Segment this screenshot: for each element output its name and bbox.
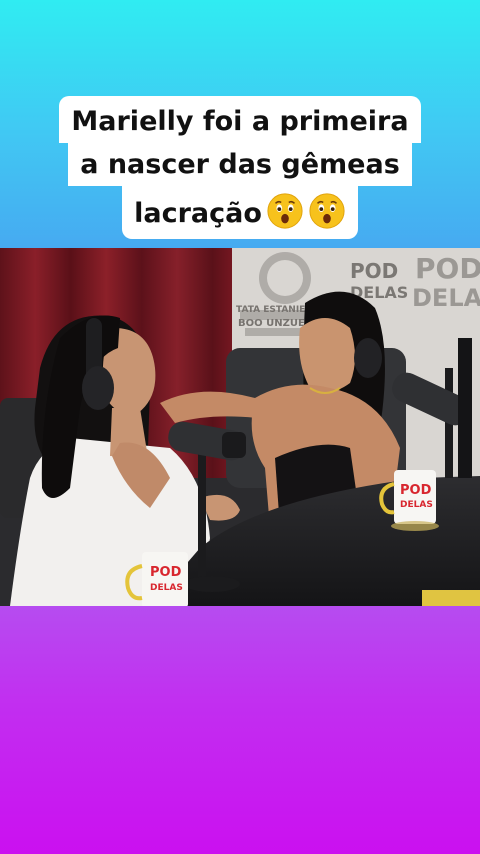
wall-logo-pod: POD xyxy=(350,259,398,283)
yellow-box xyxy=(422,590,480,606)
caption-line-1: Marielly foi a primeira xyxy=(59,96,421,143)
mug-right-pod: POD xyxy=(400,483,432,498)
video-caption: Marielly foi a primeira a nascer das gêm… xyxy=(0,96,480,239)
mug-right-delas: DELAS xyxy=(400,500,433,510)
podcast-scene: POD DELAS POD DELAS TATA ESTANIECK BOO U… xyxy=(0,248,480,606)
wall-logo-pod-large: POD xyxy=(415,252,480,285)
caption-line-3-text: lacração xyxy=(134,198,262,229)
mug-left-delas: DELAS xyxy=(150,583,183,593)
wall-logo-delas-large: DELAS xyxy=(412,284,480,312)
astonished-face-emoji xyxy=(309,193,345,229)
caption-line-3: lacração xyxy=(122,186,358,239)
caption-line-2: a nascer das gêmeas xyxy=(68,143,412,186)
astonished-face-emoji xyxy=(267,193,303,229)
mug-left-pod: POD xyxy=(150,565,182,580)
podcast-video-frame: POD DELAS POD DELAS TATA ESTANIECK BOO U… xyxy=(0,248,480,606)
bottom-gradient-background xyxy=(0,606,480,854)
